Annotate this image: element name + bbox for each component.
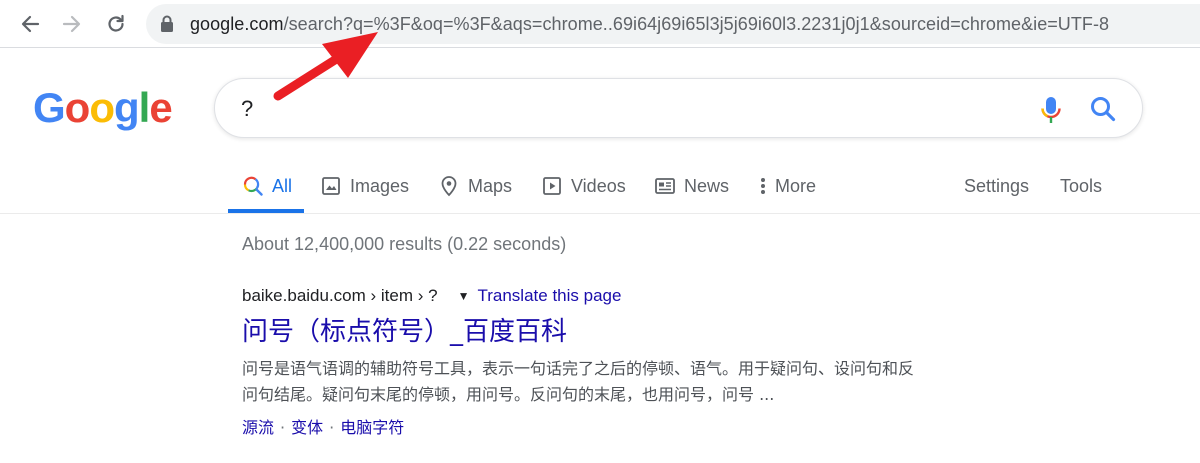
search-icon bbox=[242, 175, 264, 197]
back-button[interactable] bbox=[14, 8, 46, 40]
reload-button[interactable] bbox=[100, 8, 132, 40]
tab-maps[interactable]: Maps bbox=[438, 172, 512, 200]
play-icon bbox=[541, 175, 563, 197]
url-text: google.com/search?q=%3F&oq=%3F&aqs=chrom… bbox=[190, 14, 1109, 34]
tab-settings[interactable]: Settings bbox=[964, 172, 1029, 200]
header-divider bbox=[0, 213, 1200, 214]
sitelink-origin[interactable]: 源流 bbox=[242, 418, 274, 437]
tab-videos[interactable]: Videos bbox=[541, 172, 626, 200]
caret-down-icon[interactable]: ▼ bbox=[458, 289, 470, 303]
translate-link[interactable]: Translate this page bbox=[477, 286, 621, 306]
arrow-left-icon bbox=[21, 15, 40, 33]
tab-tools[interactable]: Tools bbox=[1060, 172, 1102, 200]
arrow-right-icon bbox=[62, 15, 81, 33]
search-box bbox=[214, 78, 1143, 138]
tab-more[interactable]: More bbox=[757, 172, 816, 200]
image-icon bbox=[320, 175, 342, 197]
map-pin-icon bbox=[438, 175, 460, 197]
address-bar[interactable]: google.com/search?q=%3F&oq=%3F&aqs=chrom… bbox=[146, 4, 1200, 44]
lock-icon bbox=[160, 15, 174, 38]
search-input[interactable] bbox=[241, 93, 1001, 125]
snippet-line: 问号是语气语调的辅助符号工具，表示一句话完了之后的停顿、语气。用于疑问句、设问句… bbox=[242, 359, 915, 378]
browser-toolbar: google.com/search?q=%3F&oq=%3F&aqs=chrom… bbox=[0, 0, 1200, 48]
url-path: /search?q=%3F&oq=%3F&aqs=chrome..69i64j6… bbox=[283, 14, 1110, 34]
result-url[interactable]: baike.baidu.com › item › ? bbox=[242, 286, 438, 306]
tab-images[interactable]: Images bbox=[320, 172, 409, 200]
result-title-link[interactable]: 问号（标点符号）_百度百科 bbox=[242, 314, 567, 350]
result-stats: About 12,400,000 results (0.22 seconds) bbox=[242, 234, 567, 254]
tab-news[interactable]: News bbox=[654, 172, 729, 200]
vertical-dots-icon bbox=[757, 175, 769, 197]
search-icon[interactable] bbox=[1089, 95, 1117, 123]
sitelink-computer-char[interactable]: 电脑字符 bbox=[340, 418, 404, 437]
reload-icon bbox=[108, 14, 124, 32]
snippet-line: 问句结尾。疑问句末尾的停顿，用问号。反问句的末尾，也用问号，问号 ... bbox=[242, 385, 775, 404]
sitelink-variants[interactable]: 变体 bbox=[291, 418, 323, 437]
tab-all[interactable]: All bbox=[242, 172, 292, 200]
google-logo[interactable]: Google bbox=[33, 84, 173, 132]
result-snippet: 问号是语气语调的辅助符号工具，表示一句话完了之后的停顿、语气。用于疑问句、设问句… bbox=[242, 356, 1042, 408]
url-host: google.com bbox=[190, 14, 284, 34]
forward-button[interactable] bbox=[56, 8, 88, 40]
result-sitelinks: 源流 · 变体 · 电脑字符 bbox=[242, 418, 405, 437]
search-tabs: All Images Maps Videos News More Setting… bbox=[0, 160, 1200, 214]
microphone-icon[interactable] bbox=[1039, 95, 1063, 125]
result-cite: baike.baidu.com › item › ? ▼ Translate t… bbox=[242, 286, 621, 306]
newspaper-icon bbox=[654, 175, 676, 197]
